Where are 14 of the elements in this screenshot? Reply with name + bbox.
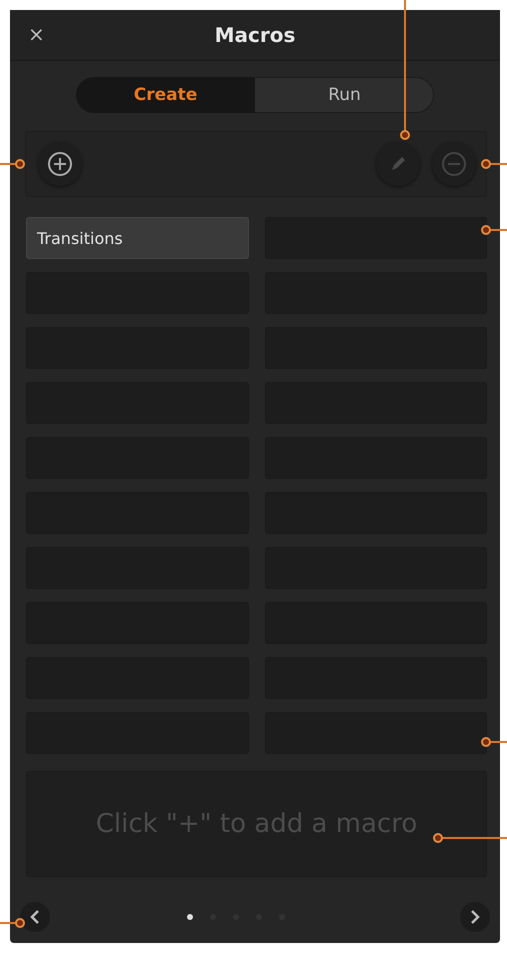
close-button[interactable]: × bbox=[24, 22, 49, 46]
macro-slot[interactable] bbox=[264, 217, 487, 259]
next-page-button[interactable] bbox=[460, 902, 490, 932]
minus-circle-icon bbox=[441, 151, 467, 177]
previous-page-button[interactable] bbox=[20, 902, 50, 932]
mode-tab[interactable]: Run bbox=[255, 77, 434, 113]
plus-circle-icon bbox=[47, 151, 73, 177]
macro-slot[interactable] bbox=[264, 712, 487, 754]
window-title: Macros bbox=[214, 23, 296, 47]
macro-slot[interactable]: Transitions bbox=[26, 217, 248, 259]
page-dot[interactable] bbox=[187, 914, 193, 920]
chevron-right-icon bbox=[469, 910, 481, 924]
chevron-left-icon bbox=[29, 910, 41, 924]
mode-tab[interactable]: Create bbox=[76, 77, 255, 113]
